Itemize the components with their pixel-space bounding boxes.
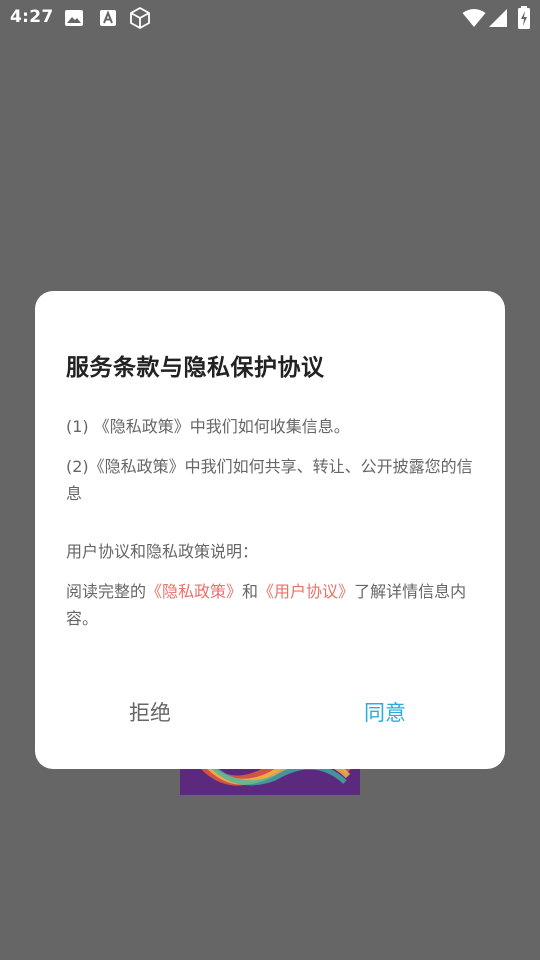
read-notice: 阅读完整的《隐私政策》和《用户协议》了解详情信息内容。 xyxy=(66,578,478,632)
image-icon xyxy=(65,10,83,26)
privacy-dialog: 服务条款与隐私保护协议 (1) 《隐私政策》中我们如何收集信息。 (2)《隐私政… xyxy=(35,291,505,769)
battery-charging-icon xyxy=(518,6,530,29)
refuse-button[interactable]: 拒绝 xyxy=(129,697,171,727)
privacy-item-collect: (1) 《隐私政策》中我们如何收集信息。 xyxy=(66,417,350,436)
agree-button[interactable]: 同意 xyxy=(364,697,406,727)
font-icon xyxy=(100,10,116,26)
privacy-item-share: (2)《隐私政策》中我们如何共享、转让、公开披露您的信息 xyxy=(66,457,473,503)
signal-icon xyxy=(489,9,507,27)
privacy-policy-link[interactable]: 《隐私政策》 xyxy=(146,582,242,601)
wifi-icon xyxy=(462,9,486,27)
read-and: 和 xyxy=(242,582,259,601)
dialog-title: 服务条款与隐私保护协议 xyxy=(66,355,325,381)
cube-icon xyxy=(130,7,150,29)
read-prefix: 阅读完整的 xyxy=(66,582,147,601)
status-bar: 4:27 xyxy=(0,0,540,36)
user-agreement-link[interactable]: 《用户协议》 xyxy=(258,582,354,601)
section-heading: 用户协议和隐私政策说明： xyxy=(66,542,259,561)
status-time: 4:27 xyxy=(10,7,54,27)
